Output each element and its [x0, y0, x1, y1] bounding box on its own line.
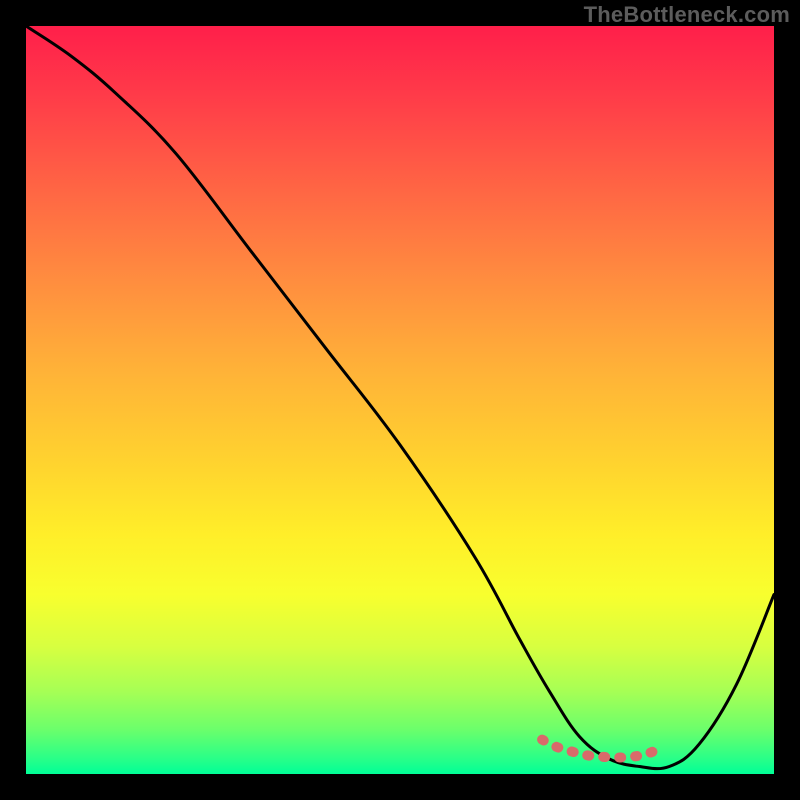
chart-frame: TheBottleneck.com: [0, 0, 800, 800]
watermark-text: TheBottleneck.com: [584, 2, 790, 28]
bottleneck-curve-path: [26, 26, 774, 769]
chart-svg: [26, 26, 774, 774]
valley-marker-path: [542, 740, 662, 758]
plot-area: [26, 26, 774, 774]
